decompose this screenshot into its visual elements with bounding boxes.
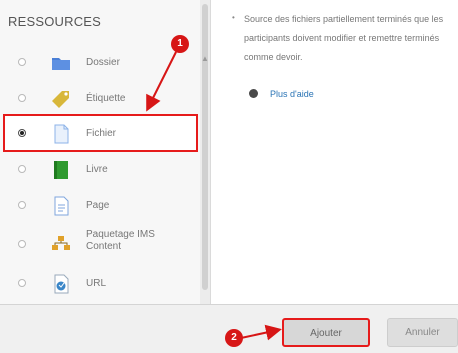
radio-etiquette[interactable] [18,94,26,102]
resource-label-etiquette: Étiquette [86,93,126,104]
resource-item-etiquette[interactable]: Étiquette [0,81,200,117]
radio-dossier[interactable] [18,58,26,66]
resource-item-page[interactable]: Page [0,188,200,224]
description-text: Source des fichiers partiellement termin… [244,14,444,62]
radio-livre[interactable] [18,165,26,173]
add-button[interactable]: Ajouter [282,318,370,347]
book-icon [54,161,68,179]
radio-fichier[interactable] [18,129,26,137]
resource-item-ims-package[interactable]: Paquetage IMS Content [0,224,200,264]
resource-label-dossier: Dossier [86,57,120,68]
package-icon [52,236,70,250]
scroll-up-icon[interactable]: ▲ [201,54,209,63]
scrollbar-thumb[interactable] [202,4,208,290]
help-link[interactable]: Plus d'aide [270,89,314,99]
radio-ims-package[interactable] [18,240,26,248]
resource-item-dossier[interactable]: Dossier [0,45,200,81]
annotation-badge-1: 1 [171,35,189,53]
annotation-badge-2: 2 [225,329,243,347]
url-icon [54,274,69,294]
resource-label-ims-package: Paquetage IMS Content [86,229,155,252]
radio-page[interactable] [18,201,26,209]
resource-item-fichier[interactable]: Fichier [0,116,200,152]
resource-label-livre: Livre [86,164,108,175]
resource-item-url[interactable]: URL [0,266,200,302]
folder-icon [52,58,70,70]
tag-icon [52,91,69,108]
help-icon[interactable] [249,89,258,98]
page-icon [54,196,69,216]
file-icon [54,124,69,144]
resource-label-url: URL [86,278,107,289]
section-title: RESSOURCES [8,14,102,29]
resource-label-page: Page [86,200,110,211]
resource-item-livre[interactable]: Livre [0,152,200,188]
cancel-button[interactable]: Annuler [387,318,458,347]
resource-label-fichier: Fichier [86,128,117,139]
radio-url[interactable] [18,279,26,287]
